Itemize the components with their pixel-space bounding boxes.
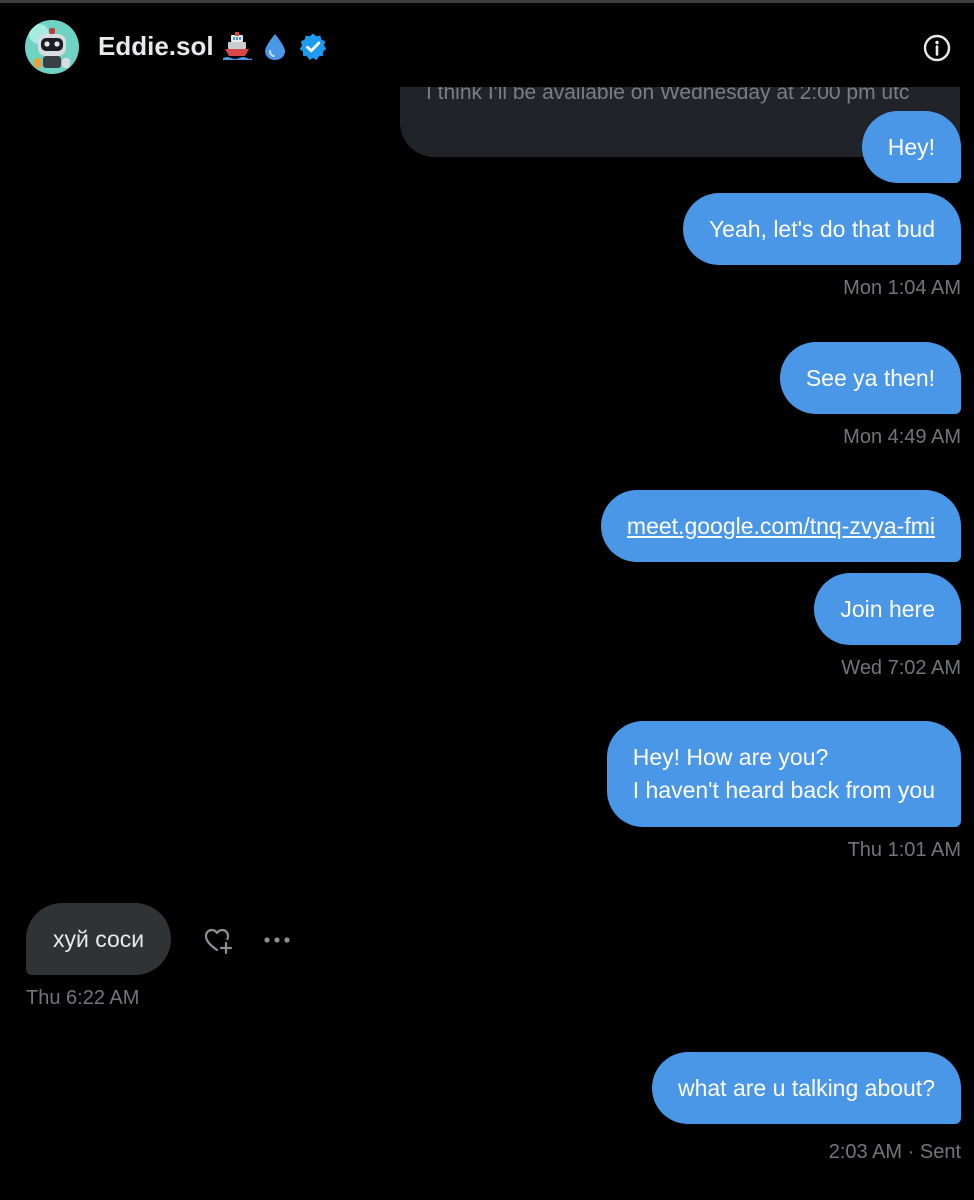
verified-badge-icon: [298, 32, 328, 62]
more-options-icon[interactable]: [261, 926, 293, 954]
message-text: хуй соси: [53, 925, 145, 952]
message-text: Hey!: [887, 133, 935, 160]
message-text: See ya then!: [805, 364, 935, 391]
message-timestamp: Wed 7:02 AM: [841, 657, 961, 679]
add-reaction-heart-icon[interactable]: [202, 924, 234, 956]
message-timestamp: Mon 1:04 AM: [843, 277, 961, 299]
info-icon[interactable]: [922, 33, 952, 63]
message-bubble-outgoing[interactable]: Hey!: [861, 111, 961, 183]
message-thread[interactable]: I think I'll be available on Wednesday a…: [0, 0, 974, 1200]
message-timestamp: Thu 1:01 AM: [847, 839, 961, 861]
message-bubble-outgoing[interactable]: Hey! How are you? I haven't heard back f…: [606, 721, 961, 827]
profile-name: Eddie.sol: [98, 31, 214, 61]
ship-icon: [222, 31, 252, 62]
meeting-link[interactable]: meet.google.com/tnq-zvya-fmi: [627, 510, 935, 543]
profile-name-row[interactable]: Eddie.sol: [98, 31, 328, 62]
message-timestamp: Mon 4:49 AM: [843, 426, 961, 448]
avatar[interactable]: [25, 20, 79, 74]
message-bubble-incoming[interactable]: хуй соси: [26, 903, 172, 975]
message-bubble-link[interactable]: meet.google.com/tnq-zvya-fmi: [600, 490, 961, 562]
message-bubble-outgoing[interactable]: See ya then!: [779, 342, 961, 414]
message-bubble-outgoing[interactable]: Join here: [814, 573, 961, 645]
message-bubble-outgoing[interactable]: Yeah, let's do that bud: [682, 193, 961, 265]
message-text: Join here: [840, 595, 935, 622]
message-sent-status: 2:03 AM · Sent: [828, 1141, 961, 1163]
message-timestamp: Thu 6:22 AM: [26, 987, 140, 1009]
droplet-icon: [260, 32, 290, 62]
message-text-line: Hey! How are you?: [632, 744, 829, 770]
message-text-line: I haven't heard back from you: [632, 777, 935, 803]
message-bubble-outgoing[interactable]: what are u talking about?: [651, 1052, 961, 1124]
conversation-header: Eddie.sol: [0, 3, 974, 87]
message-text: Yeah, let's do that bud: [708, 215, 935, 242]
message-text: what are u talking about?: [677, 1074, 935, 1101]
